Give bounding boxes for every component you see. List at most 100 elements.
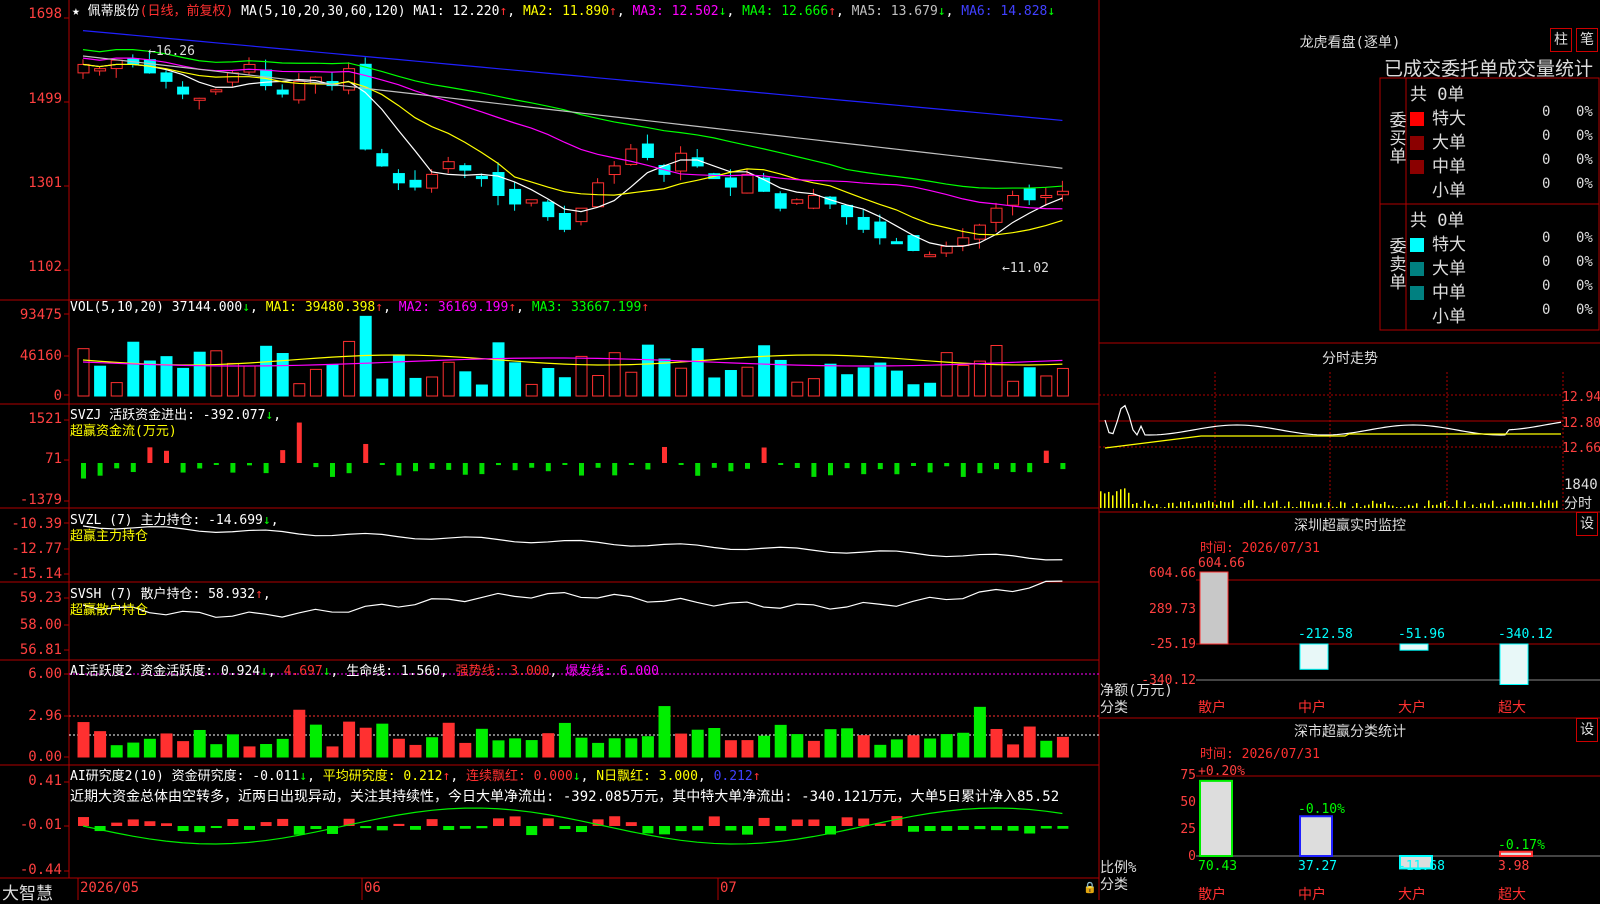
activity-bar	[78, 723, 89, 757]
intraday-vol-bar	[1252, 500, 1254, 508]
buy-total: 共 0单	[1410, 80, 1464, 105]
intraday-vol-bar	[1400, 507, 1402, 508]
activity-bar	[808, 741, 819, 757]
volume-bar	[808, 379, 819, 396]
intraday-y-label: 12.66	[1562, 441, 1600, 456]
research-bar	[792, 820, 803, 826]
sell-orders-label: 委卖单	[1388, 238, 1408, 292]
research-bar	[775, 826, 786, 831]
intraday-vol-bar	[1312, 504, 1314, 508]
sz-monitor-settings-button[interactable]: 设	[1576, 512, 1598, 536]
sell-order-row: 大单00%	[1410, 254, 1600, 279]
buy-orders-label: 委买单	[1388, 112, 1408, 166]
activity-bar	[692, 730, 703, 757]
buy-order-type: 小单	[1432, 181, 1466, 201]
candle-body	[427, 174, 438, 188]
research-bar	[111, 823, 122, 826]
fund-flow-bar	[944, 463, 949, 466]
lock-icon[interactable]: 🔒	[1083, 881, 1097, 894]
bar-mode-button[interactable]: 柱	[1550, 28, 1572, 52]
activity-bar	[427, 738, 438, 757]
fund-flow-bar	[1011, 463, 1016, 472]
intraday-vol-bar	[1508, 505, 1510, 508]
activity-bar	[327, 747, 338, 757]
research-bar	[244, 826, 255, 830]
volume-bar	[842, 375, 853, 396]
intraday-vol-bar	[1128, 493, 1130, 508]
sz-stats-title: 深市超赢分类统计	[1100, 721, 1600, 741]
category-value: -212.58	[1298, 627, 1353, 642]
tick-mode-button[interactable]: 笔	[1576, 28, 1598, 52]
category-label: 大户	[1398, 697, 1426, 717]
candle-body	[676, 153, 687, 171]
volume-bar	[510, 363, 521, 396]
intraday-vol-bar	[1212, 502, 1214, 508]
volume-bar	[443, 362, 454, 396]
high-price-mark: ←16.26	[148, 44, 195, 59]
favorite-star-icon[interactable]: ★	[72, 4, 80, 19]
fund-flow-bar	[629, 463, 634, 465]
research-bar	[659, 826, 670, 834]
buy-order-count: 0	[1542, 176, 1550, 192]
volume-bar	[1024, 368, 1035, 396]
volume-bar	[1041, 376, 1052, 396]
intraday-vol-bar	[1536, 506, 1538, 508]
period-label[interactable]: (日线，前复权)	[140, 4, 234, 19]
research-bar	[393, 824, 404, 826]
intraday-vol-bar	[1152, 506, 1154, 508]
vol-ma-line	[83, 355, 1062, 365]
activity-bar	[543, 734, 554, 757]
research-bar	[908, 826, 919, 832]
fund-flow-bar	[463, 463, 468, 475]
candle-body	[742, 174, 753, 193]
activity-bar	[393, 739, 404, 757]
intraday-vol-bar	[1280, 507, 1282, 508]
intraday-vol-bar	[1292, 507, 1294, 508]
vol-title[interactable]: VOL(5,10,20)	[70, 300, 164, 315]
intraday-vol-bar	[1364, 506, 1366, 508]
st-category: 分类	[1100, 874, 1128, 894]
buy-order-count: 0	[1542, 104, 1550, 120]
sz-y-label: -25.19	[1140, 637, 1196, 652]
color-swatch	[1410, 286, 1424, 300]
candle-body	[941, 246, 952, 253]
intraday-vol-bar	[1132, 504, 1134, 508]
activity-bar	[144, 739, 155, 757]
svzj-y-label: -1379	[0, 492, 62, 508]
intraday-vol-bar	[1140, 507, 1142, 508]
candle-body	[1041, 196, 1052, 198]
intraday-avg-line	[1105, 434, 1561, 448]
research-bar	[991, 826, 1002, 830]
ai-activity-header[interactable]: AI活跃度2 资金活跃度: 0.924↓, 4.697↓, 生命线: 1.560…	[70, 660, 659, 679]
candle-body	[161, 73, 172, 81]
volume-bar	[344, 341, 355, 396]
ma6-value: MA6: 14.828	[961, 4, 1047, 19]
fund-flow-bar	[164, 451, 169, 463]
candle-body	[609, 166, 620, 175]
vol-ma2: MA2: 36169.199	[399, 300, 509, 315]
intraday-vol-bar	[1356, 503, 1358, 508]
activity-bar	[244, 747, 255, 757]
stock-name[interactable]: 佩蒂股份	[88, 4, 140, 19]
candle-body	[792, 200, 803, 204]
buy-order-percent: 0%	[1576, 128, 1593, 144]
category-label: 中户	[1298, 884, 1326, 904]
intraday-vol-bar	[1328, 502, 1330, 508]
intraday-vol-bar	[1224, 502, 1226, 508]
intraday-vol-bar	[1308, 502, 1310, 508]
candle-body	[725, 178, 736, 187]
intraday-vol-bar	[1264, 502, 1266, 508]
fund-flow-bar	[114, 463, 119, 468]
ma2-line	[83, 64, 1062, 234]
volume-bar	[709, 378, 720, 396]
sz-category: 分类	[1100, 697, 1128, 717]
activity-bar	[891, 740, 902, 757]
ai-research-header[interactable]: AI研究度2(10) 资金研究度: -0.011↓, 平均研究度: 0.212↑…	[70, 765, 761, 784]
sz-stats-settings-button[interactable]: 设	[1576, 718, 1598, 742]
fund-flow-bar	[347, 463, 352, 473]
fund-flow-bar	[529, 463, 534, 468]
color-swatch	[1410, 184, 1424, 198]
intraday-vol-bar	[1316, 504, 1318, 508]
order-stats-tabs[interactable]: 已成交委托单成交量统计	[1384, 54, 1593, 81]
low-price-mark: ←11.02	[1002, 261, 1049, 276]
